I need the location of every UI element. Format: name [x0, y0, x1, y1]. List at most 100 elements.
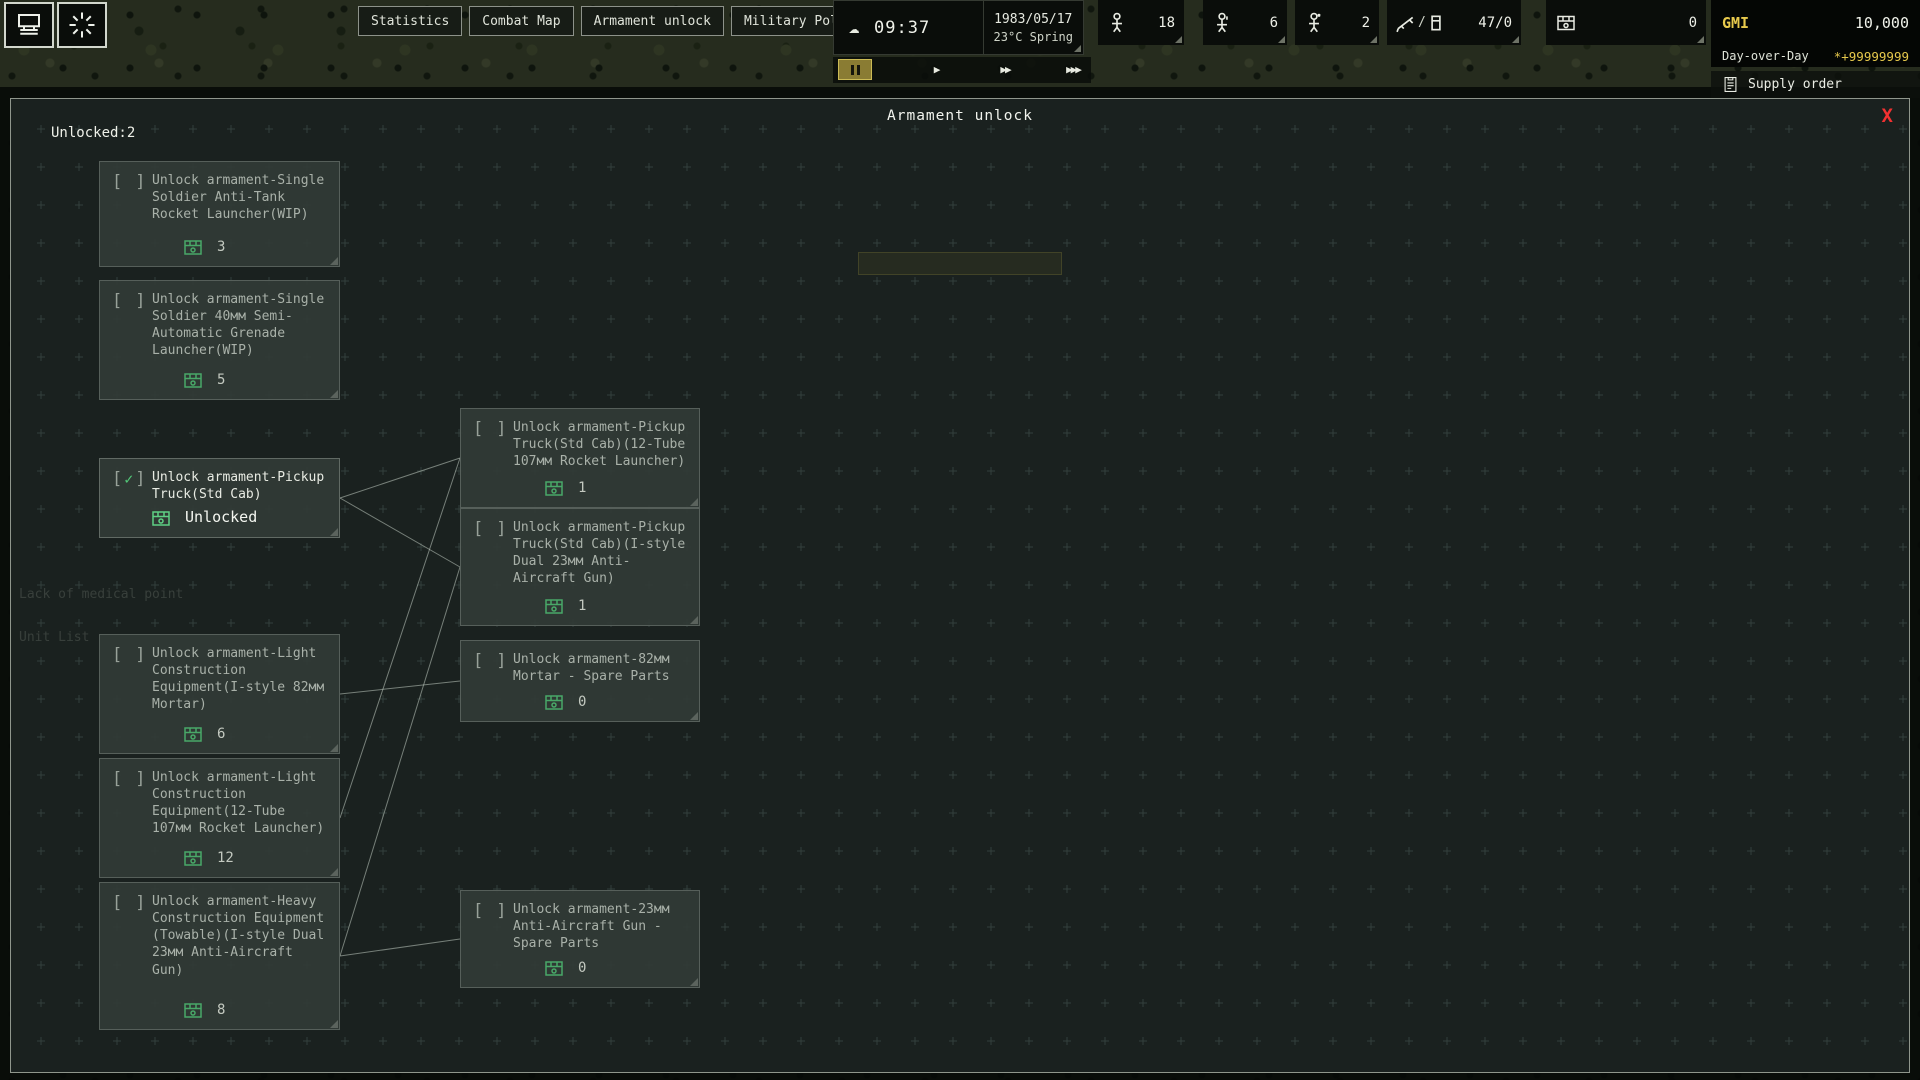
- unlock-checkbox: []: [473, 650, 507, 672]
- day-over-day-label: Day-over-Day: [1722, 49, 1809, 63]
- day-over-day-value: *+99999999: [1834, 49, 1909, 64]
- node-count: 1: [578, 597, 586, 615]
- corner-fold: [330, 257, 338, 265]
- tech-node-n6[interactable]: []Unlock armament-82мм Mortar - Spare Pa…: [460, 640, 700, 722]
- infantry-count-icon: [1107, 12, 1127, 34]
- officer-count: 2: [1362, 15, 1370, 31]
- battle-alert-button[interactable]: [57, 2, 107, 48]
- corner-fold: [330, 390, 338, 398]
- fastest-forward-button[interactable]: ▶▶▶: [1047, 59, 1099, 80]
- weapon-ammo-counter[interactable]: / 47/0: [1387, 0, 1521, 45]
- top-nav: Statistics Combat Map Armament unlock Mi…: [358, 6, 874, 36]
- stock-crate-icon: [182, 1000, 204, 1020]
- reserve-count-icon: [1212, 12, 1232, 34]
- nav-armament-unlock-button[interactable]: Armament unlock: [581, 6, 724, 36]
- stock-crate-icon: [150, 508, 172, 528]
- tech-node-n7[interactable]: []Unlock armament-Light Construction Equ…: [99, 634, 340, 754]
- corner-fold: [330, 744, 338, 752]
- rifle-icon: [1396, 13, 1416, 33]
- node-count: 0: [578, 693, 586, 711]
- fast-forward-button[interactable]: ▶▶: [983, 59, 1027, 80]
- play-button[interactable]: ▶: [917, 59, 957, 80]
- infantry-counter[interactable]: 18: [1098, 0, 1184, 45]
- unlocked-count-label: Unlocked:2: [51, 125, 135, 141]
- stock-crate-icon: [543, 958, 565, 978]
- corner-fold: [330, 528, 338, 536]
- unlock-checkbox: []: [112, 171, 146, 193]
- clock-panel: ☁ 09:37 1983/05/17 23°C Spring: [833, 0, 1084, 55]
- armament-unlock-modal: Lack of medical point Unit List []Unlock…: [10, 98, 1910, 1073]
- unlock-checkbox: []: [473, 900, 507, 922]
- supply-order-icon: [1722, 75, 1739, 94]
- game-time: 09:37: [874, 18, 930, 38]
- corner-fold: [330, 1020, 338, 1028]
- pause-icon: [851, 65, 854, 75]
- modal-title: Armament unlock: [11, 108, 1909, 124]
- unlock-checkbox: []: [473, 518, 507, 540]
- tech-node-n8[interactable]: []Unlock armament-Light Construction Equ…: [99, 758, 340, 878]
- officer-counter[interactable]: 2: [1295, 0, 1379, 45]
- supply-crate-counter[interactable]: 0: [1546, 0, 1706, 45]
- weather-icon: ☁: [834, 17, 874, 38]
- weapon-ammo-count: 47/0: [1478, 15, 1512, 31]
- node-count: Unlocked: [185, 508, 257, 528]
- command-console-button[interactable]: [4, 2, 54, 48]
- stock-crate-icon: [543, 692, 565, 712]
- stock-crate-icon: [182, 370, 204, 390]
- tech-node-n9[interactable]: []Unlock armament-Heavy Construction Equ…: [99, 882, 340, 1030]
- check-icon: ✓: [122, 470, 135, 490]
- tech-node-n1[interactable]: []Unlock armament-Single Soldier Anti-Ta…: [99, 161, 340, 267]
- economy-panel: GMI 10,000 Day-over-Day *+99999999 Suppl…: [1711, 0, 1920, 98]
- nav-statistics-button[interactable]: Statistics: [358, 6, 462, 36]
- game-date: 1983/05/17: [994, 12, 1073, 27]
- officer-count-icon: [1304, 12, 1324, 34]
- temperature-season: 23°C Spring: [994, 30, 1073, 44]
- unlock-checkbox: []: [473, 418, 507, 440]
- tech-node-n3[interactable]: [✓]Unlock armament-Pickup Truck(Std Cab)…: [99, 458, 340, 538]
- corner-fold: [330, 868, 338, 876]
- battle-alert-icon: [67, 10, 97, 40]
- tech-node-n5[interactable]: []Unlock armament-Pickup Truck(Std Cab)(…: [460, 508, 700, 626]
- stock-crate-icon: [182, 237, 204, 257]
- node-count: 3: [217, 238, 225, 256]
- corner-fold: [690, 616, 698, 624]
- currency-label: GMI: [1722, 14, 1749, 32]
- unlock-checkbox: []: [112, 892, 146, 914]
- corner-fold: [690, 498, 698, 506]
- tech-node-n4[interactable]: []Unlock armament-Pickup Truck(Std Cab)(…: [460, 408, 700, 508]
- stock-crate-icon: [182, 848, 204, 868]
- currency-balance: 10,000: [1855, 14, 1909, 32]
- supply-crate-count: 0: [1689, 15, 1697, 31]
- infantry-count: 18: [1158, 15, 1175, 31]
- node-count: 6: [217, 725, 225, 743]
- magazine-icon: [1428, 13, 1444, 33]
- tech-node-n2[interactable]: []Unlock armament-Single Soldier 40мм Se…: [99, 280, 340, 400]
- stock-crate-icon: [543, 596, 565, 616]
- unlock-checkbox: [✓]: [112, 468, 146, 490]
- node-count: 8: [217, 1001, 225, 1019]
- tech-node-n10[interactable]: []Unlock armament-23мм Anti-Aircraft Gun…: [460, 890, 700, 988]
- unlock-checkbox: []: [112, 768, 146, 790]
- close-icon[interactable]: X: [1882, 105, 1893, 127]
- node-count: 5: [217, 371, 225, 389]
- slash-separator: /: [1418, 15, 1426, 30]
- top-hud: Statistics Combat Map Armament unlock Mi…: [0, 0, 1920, 98]
- stock-crate-icon: [543, 478, 565, 498]
- reserve-count: 6: [1270, 15, 1278, 31]
- node-count: 0: [578, 959, 586, 977]
- nav-combat-map-button[interactable]: Combat Map: [469, 6, 573, 36]
- supply-order-label: Supply order: [1748, 77, 1842, 92]
- reserve-counter[interactable]: 6: [1203, 0, 1287, 45]
- node-count: 12: [217, 849, 234, 867]
- unlock-checkbox: []: [112, 290, 146, 312]
- node-layer: []Unlock armament-Single Soldier Anti-Ta…: [11, 99, 1909, 1072]
- supply-order-button[interactable]: Supply order: [1711, 71, 1920, 98]
- corner-fold: [690, 978, 698, 986]
- supply-crate-icon: [1555, 12, 1577, 33]
- unlock-checkbox: []: [112, 644, 146, 666]
- command-console-icon: [14, 10, 44, 40]
- pause-button[interactable]: [838, 59, 872, 80]
- corner-fold: [690, 712, 698, 720]
- stock-crate-icon: [182, 724, 204, 744]
- node-count: 1: [578, 479, 586, 497]
